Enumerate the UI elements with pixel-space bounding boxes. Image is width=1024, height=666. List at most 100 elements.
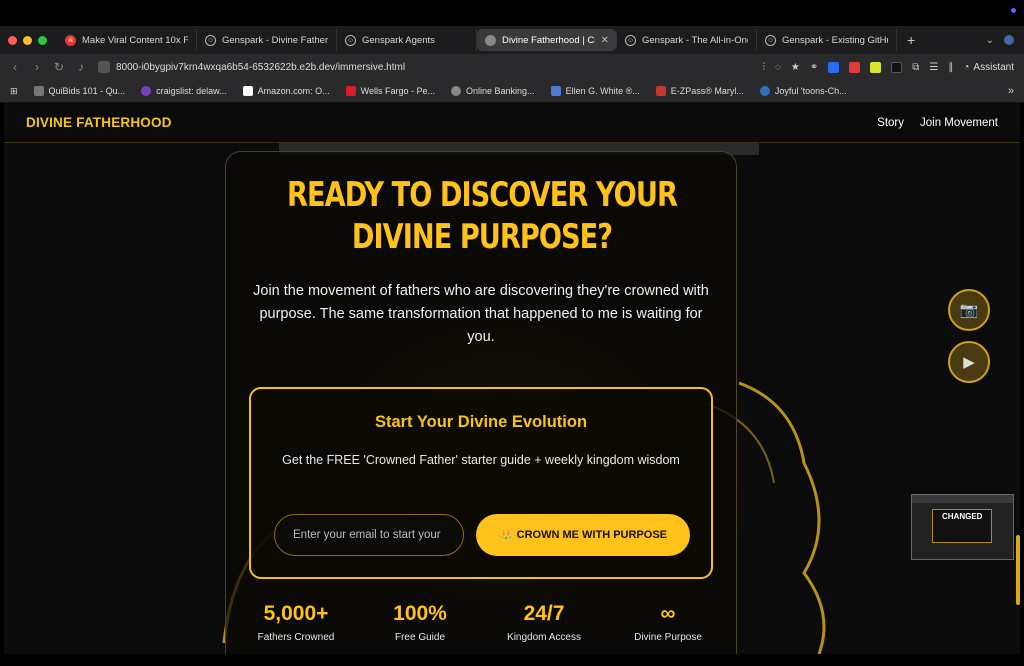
play-icon: ▶ <box>963 354 975 371</box>
url-field[interactable]: 8000-i0bygpiv7krn4wxqa6b54-6532622b.e2b.… <box>98 61 750 73</box>
reload-icon[interactable]: ↻ <box>54 60 64 74</box>
new-tab-button[interactable]: + <box>897 32 925 48</box>
tab-genspark-existing-github[interactable]: ☺ Genspark - Existing GitHub <box>757 29 897 51</box>
link-icon[interactable]: ⚭ <box>810 62 818 73</box>
skull-icon: ☠ <box>65 34 76 46</box>
play-button[interactable]: ▶ <box>948 341 990 383</box>
profile-icon[interactable] <box>1004 35 1014 45</box>
globe-icon <box>451 86 462 96</box>
bookmark-quibids[interactable]: QuiBids 101 - Qu... <box>33 86 125 96</box>
tab-genspark-divine-fatherhood[interactable]: ☺ Genspark - Divine Fatherhoo <box>197 29 337 51</box>
hero-card: READY TO DISCOVER YOUR DIVINE PURPOSE? J… <box>225 151 737 654</box>
video-thumbnail[interactable]: CHANGED <box>911 494 1014 560</box>
genspark-icon: ☺ <box>345 34 356 46</box>
maximize-window-button[interactable] <box>38 35 47 45</box>
close-window-button[interactable] <box>8 35 17 45</box>
tab-label: Genspark Agents <box>362 34 435 46</box>
audio-icon[interactable]: ∥ <box>948 62 953 73</box>
minimize-window-button[interactable] <box>23 35 32 45</box>
stat-free-guide: 100% Free Guide <box>365 602 475 643</box>
bookmark-amazon[interactable]: Amazon.com: O... <box>242 86 330 96</box>
bookmark-wells-fargo[interactable]: Wells Fargo - Pe... <box>345 86 435 96</box>
tab-genspark-agents[interactable]: ☺ Genspark Agents <box>337 29 477 51</box>
url-text[interactable]: 8000-i0bygpiv7krn4wxqa6b54-6532622b.e2b.… <box>116 62 405 73</box>
genspark-icon: ☺ <box>205 34 216 46</box>
menu-bar-strip <box>0 0 1024 26</box>
email-input[interactable] <box>274 514 464 556</box>
back-icon[interactable]: ‹ <box>10 60 20 74</box>
tab-label: Divine Fatherhood | Crowne <box>502 34 595 46</box>
assistant-icon: ◔ <box>963 61 970 73</box>
stat-divine-purpose: ∞ Divine Purpose <box>613 602 723 643</box>
crown-icon: 👑 <box>498 529 513 542</box>
tab-make-viral-content[interactable]: ☠ Make Viral Content 10x Fast <box>57 29 197 51</box>
stat-label: Kingdom Access <box>507 632 581 643</box>
tab-label: Genspark - Divine Fatherhoo <box>222 34 328 46</box>
address-bar: ‹ › ↻ ♪ 8000-i0bygpiv7krn4wxqa6b54-65326… <box>0 54 1024 80</box>
tab-label: Genspark - The All-in-One A <box>642 34 748 46</box>
signup-description: Get the FREE 'Crowned Father' starter gu… <box>282 453 680 467</box>
bookmark-ezpass[interactable]: E-ZPass® Maryl... <box>655 86 744 96</box>
stat-value: 24/7 <box>523 602 565 625</box>
assistant-button[interactable]: ◔ Assistant <box>963 62 1014 73</box>
tab-genspark-all-in-one[interactable]: ☺ Genspark - The All-in-One A <box>617 29 757 51</box>
nav-join-movement-link[interactable]: Join Movement <box>920 117 998 129</box>
stat-label: Free Guide <box>394 632 446 643</box>
site-header: DIVINE FATHERHOOD Story Join Movement <box>4 103 1020 143</box>
bookmark-label: Ellen G. White ®... <box>565 86 640 96</box>
extension-icon[interactable] <box>828 61 840 73</box>
amazon-icon <box>242 86 253 96</box>
genspark-icon: ☺ <box>765 34 776 46</box>
puzzle-icon[interactable]: ⧉ <box>912 62 919 73</box>
crown-me-button-label: CROWN ME WITH PURPOSE <box>516 529 668 541</box>
bookmark-joyful-toons[interactable]: Joyful 'toons-Ch... <box>759 86 847 96</box>
hero-description: Join the movement of fathers who are dis… <box>253 283 709 345</box>
bookmark-online-banking[interactable]: Online Banking... <box>451 86 535 96</box>
site-info-icon[interactable] <box>98 61 110 73</box>
tab-bar: ☠ Make Viral Content 10x Fast ☺ Genspark… <box>0 26 1024 54</box>
chevron-down-icon[interactable]: ⌄ <box>986 35 994 46</box>
thumbnail-title: CHANGED <box>942 512 983 521</box>
site-nav-links: Story Join Movement <box>877 117 998 129</box>
stat-fathers-crowned: 5,000+ Fathers Crowned <box>241 602 351 643</box>
scrollbar-thumb[interactable] <box>1016 535 1020 605</box>
microphone-icon[interactable]: ♪ <box>76 60 86 74</box>
star-icon[interactable]: ★ <box>791 62 800 73</box>
wordpress-icon <box>759 86 770 96</box>
stat-value: 5,000+ <box>263 602 329 625</box>
stat-kingdom-access: 24/7 Kingdom Access <box>489 602 599 643</box>
bookmark-label: E-ZPass® Maryl... <box>670 86 744 96</box>
brand-logo[interactable]: DIVINE FATHERHOOD <box>26 115 172 130</box>
ezpass-icon <box>655 86 666 96</box>
extension-icon[interactable] <box>849 61 861 73</box>
tab-label: Genspark - Existing GitHub <box>782 34 888 46</box>
sidebar-icon[interactable]: ☰ <box>929 62 938 73</box>
peace-icon <box>141 86 152 96</box>
genspark-icon: ☺ <box>625 34 636 46</box>
window-controls <box>8 35 47 45</box>
status-dot-icon <box>1011 8 1016 13</box>
bookmark-ellen-white[interactable]: Ellen G. White ®... <box>550 86 640 96</box>
bookmarks-bar: ⊞ QuiBids 101 - Qu... craigslist: delaw.… <box>0 80 1024 103</box>
bookmark-icon <box>550 86 561 96</box>
nav-story-link[interactable]: Story <box>877 117 904 129</box>
forward-icon[interactable]: › <box>32 60 42 74</box>
apps-grid-icon[interactable]: ⊞ <box>10 86 18 97</box>
bookmark-craigslist[interactable]: craigslist: delaw... <box>141 86 227 96</box>
tune-icon[interactable]: ⫶ <box>762 62 765 73</box>
more-bookmarks-button[interactable]: » <box>1008 85 1014 97</box>
stat-value: 100% <box>393 602 447 625</box>
tab-divine-fatherhood-active[interactable]: Divine Fatherhood | Crowne ✕ <box>477 29 617 51</box>
bookmark-label: Amazon.com: O... <box>257 86 330 96</box>
extension-icon[interactable] <box>891 61 903 73</box>
extension-icon[interactable] <box>870 61 882 73</box>
web-page: DIVINE FATHERHOOD Story Join Movement RE… <box>4 103 1020 654</box>
stats-row: 5,000+ Fathers Crowned 100% Free Guide 2… <box>226 602 738 643</box>
camera-button[interactable]: 📷 <box>948 289 990 331</box>
close-tab-icon[interactable]: ✕ <box>601 35 609 46</box>
crown-me-button[interactable]: 👑 CROWN ME WITH PURPOSE <box>476 514 690 556</box>
stat-label: Divine Purpose <box>634 632 702 643</box>
share-icon[interactable]: ◌ <box>775 62 781 73</box>
camera-icon: 📷 <box>959 302 979 319</box>
bookmark-label: Joyful 'toons-Ch... <box>774 86 847 96</box>
